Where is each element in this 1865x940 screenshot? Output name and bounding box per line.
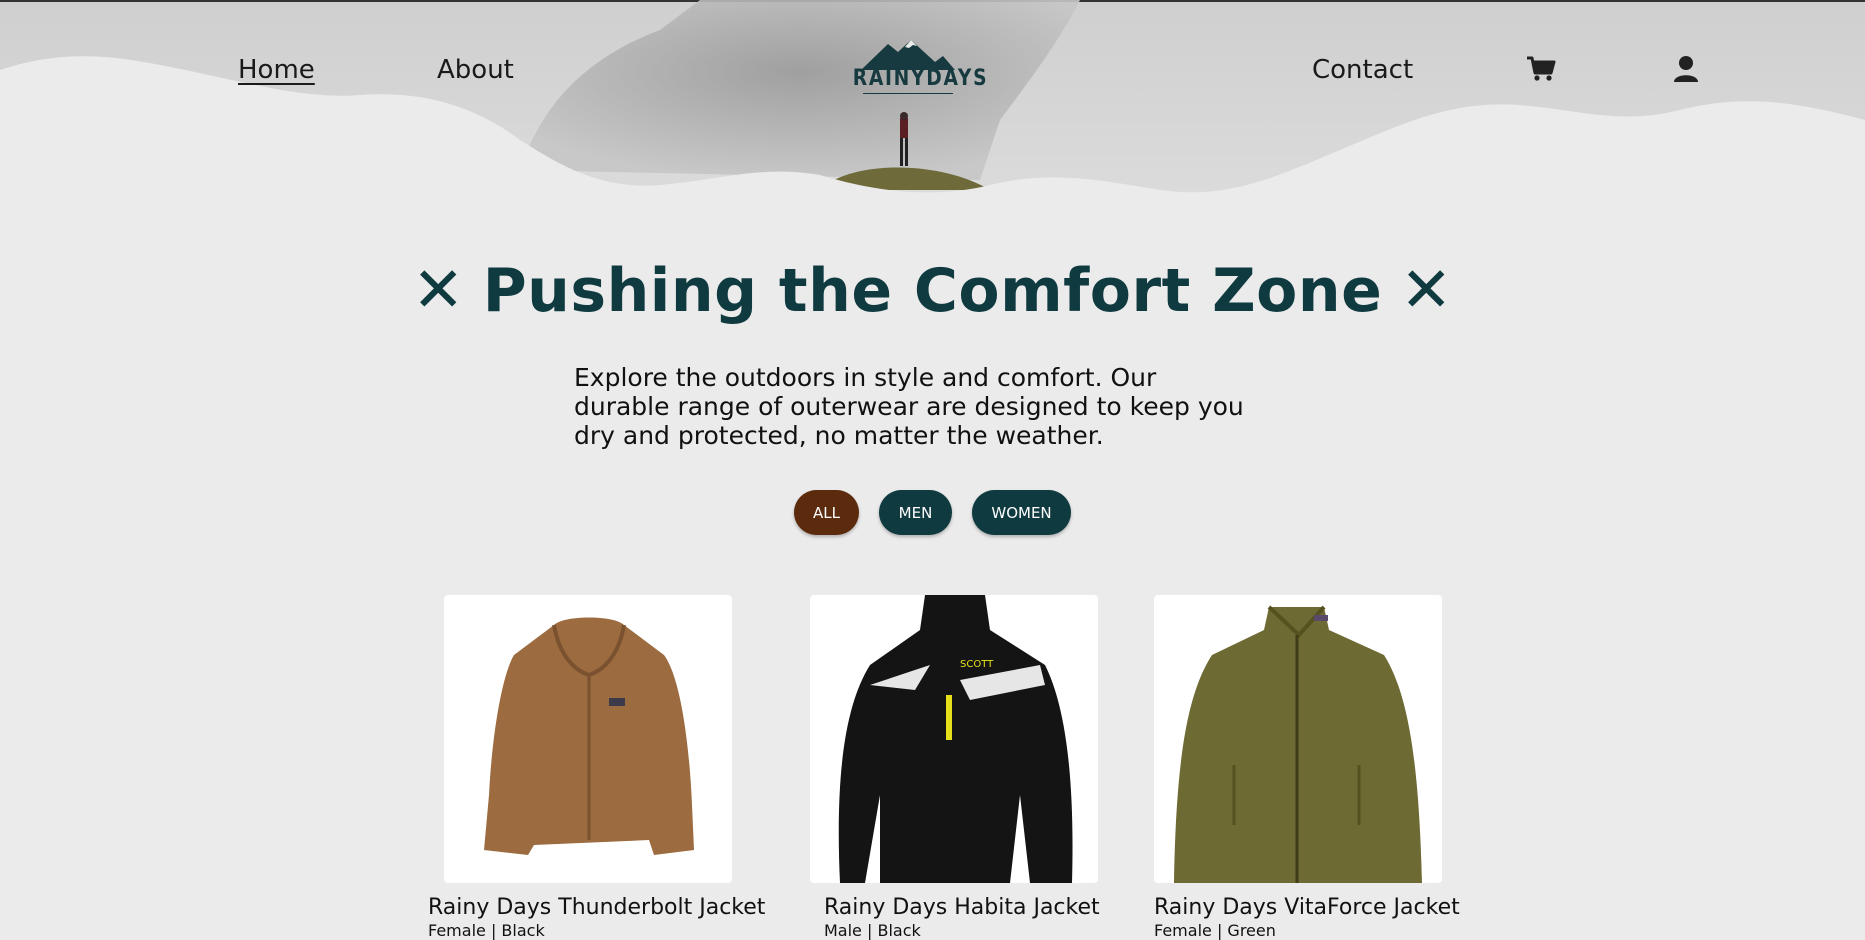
- product-title[interactable]: Rainy Days Thunderbolt Jacket: [428, 895, 765, 920]
- filter-all-button[interactable]: ALL: [794, 490, 859, 535]
- product-subtitle: Female | Green: [1154, 921, 1276, 940]
- product-subtitle: Male | Black: [824, 921, 921, 940]
- brand-name: RAINYDAYS: [852, 66, 989, 91]
- cross-icon: ✕: [1400, 253, 1453, 326]
- cross-icon: ✕: [412, 253, 465, 326]
- product-image[interactable]: [1154, 595, 1442, 883]
- svg-text:SCOTT: SCOTT: [960, 659, 994, 670]
- product-title[interactable]: Rainy Days Habita Jacket: [824, 895, 1100, 920]
- user-icon[interactable]: [1670, 53, 1702, 85]
- nav-about-link[interactable]: About: [437, 52, 514, 88]
- filter-women-button[interactable]: WOMEN: [972, 490, 1071, 535]
- nav-contact-link[interactable]: Contact: [1312, 52, 1413, 88]
- page-headline: ✕ Pushing the Comfort Zone ✕: [0, 250, 1865, 331]
- intro-text: Explore the outdoors in style and comfor…: [574, 363, 1244, 450]
- product-title[interactable]: Rainy Days VitaForce Jacket: [1154, 895, 1460, 920]
- headline-text: Pushing the Comfort Zone: [482, 256, 1383, 326]
- product-card[interactable]: SCOTT Rainy Days Habita Jacket Male | Bl…: [810, 595, 1100, 940]
- product-card[interactable]: Rainy Days Thunderbolt Jacket Female | B…: [428, 595, 765, 940]
- product-card[interactable]: Rainy Days VitaForce Jacket Female | Gre…: [1154, 595, 1460, 940]
- nav-home-link[interactable]: Home: [238, 52, 315, 88]
- product-image[interactable]: SCOTT: [810, 595, 1098, 883]
- cart-icon[interactable]: [1525, 53, 1557, 85]
- brand-logo[interactable]: RAINYDAYS: [843, 38, 989, 96]
- product-subtitle: Female | Black: [428, 921, 545, 940]
- product-image[interactable]: [444, 595, 732, 883]
- hero-banner: [0, 0, 1865, 210]
- logo-underline: [863, 93, 953, 94]
- filter-men-button[interactable]: MEN: [879, 490, 952, 535]
